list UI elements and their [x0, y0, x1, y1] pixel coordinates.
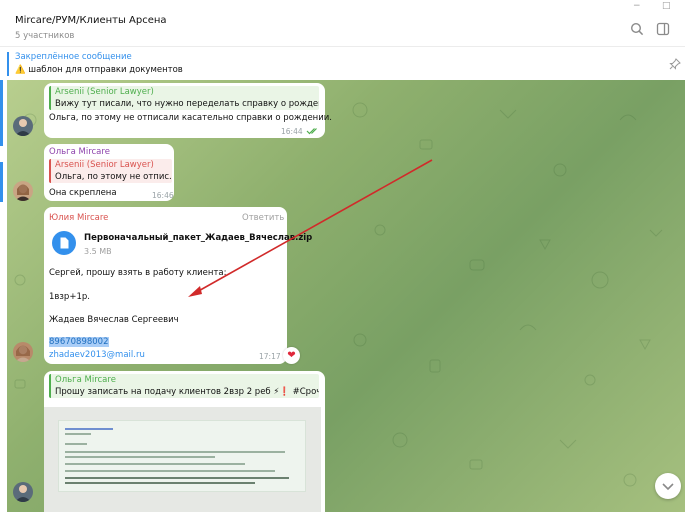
pinned-indicator: [7, 52, 9, 76]
pinned-title: Закреплённое сообщение: [15, 52, 132, 62]
scroll-to-bottom-button[interactable]: [655, 473, 681, 499]
minimize-button[interactable]: −: [633, 1, 641, 11]
maximize-button[interactable]: □: [662, 1, 671, 11]
chevron-down-icon: [662, 483, 674, 491]
chat-header: Mircare/РУМ/Клиенты Арсена 5 участников …: [0, 0, 685, 46]
chat-title[interactable]: Mircare/РУМ/Клиенты Арсена: [15, 15, 167, 26]
pinned-message-bar[interactable]: Закреплённое сообщение ⚠️ шаблон для отп…: [0, 46, 685, 81]
sidebar-toggle-icon[interactable]: [656, 22, 670, 36]
annotation-arrow: [188, 159, 433, 297]
member-count: 5 участников: [15, 31, 75, 41]
pinned-text: ⚠️ шаблон для отправки документов: [15, 65, 183, 75]
chat-area[interactable]: Arsenii (Senior Lawyer) Вижу тут писали,…: [0, 80, 685, 512]
search-icon[interactable]: [630, 22, 644, 36]
pin-icon[interactable]: [669, 58, 681, 70]
